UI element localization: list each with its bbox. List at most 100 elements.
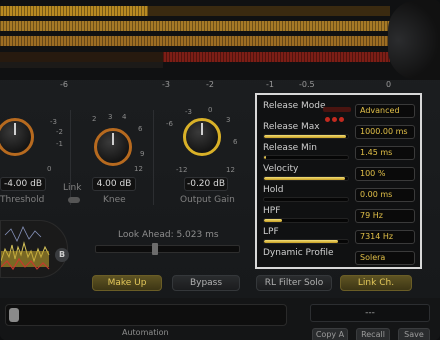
copy-a-button[interactable]: Copy A [312, 328, 348, 340]
section-divider [153, 110, 154, 205]
meter-fill-1 [0, 6, 149, 16]
knee-scale-label: 9 [140, 150, 145, 158]
save-button[interactable]: Save [398, 328, 430, 340]
threshold-label: Threshold [0, 195, 45, 205]
bypass-button[interactable]: Bypass [172, 275, 240, 291]
hpf-value[interactable]: 79 Hz [355, 209, 415, 223]
look-ahead-thumb[interactable] [151, 243, 158, 255]
threshold-scale-label: 0 [47, 165, 52, 173]
threshold-scale-label: -1 [56, 140, 63, 148]
hpf-slider[interactable] [263, 218, 349, 223]
knee-scale-label: 3 [108, 113, 113, 121]
hold-slider[interactable] [263, 197, 349, 202]
look-ahead-label: Look Ahead: 5.023 ms [118, 230, 219, 240]
hold-value[interactable]: 0.00 ms [355, 188, 415, 202]
release-max-row: Release Max 1000.00 ms [263, 122, 418, 144]
release-min-value[interactable]: 1.45 ms [355, 146, 415, 160]
output-scale-label: 0 [208, 106, 213, 114]
velocity-value[interactable]: 100 % [355, 167, 415, 181]
look-ahead-slider[interactable] [95, 243, 240, 255]
automation-slider[interactable] [5, 304, 287, 326]
meter-bar-1 [0, 6, 390, 16]
hpf-label: HPF [263, 206, 281, 216]
velocity-row: Velocity 100 % [263, 164, 418, 186]
makeup-button[interactable]: Make Up [92, 275, 162, 291]
meter-fill-3 [0, 36, 390, 46]
meter-bar-2 [0, 21, 390, 31]
knee-scale-label: 12 [134, 165, 143, 173]
knee-scale-label: 2 [92, 115, 97, 123]
input-line [4, 226, 42, 242]
release-min-slider[interactable] [263, 155, 349, 160]
level-meters [0, 0, 440, 80]
lpf-slider-fill [264, 240, 338, 243]
release-max-label: Release Max [263, 122, 320, 132]
hold-row: Hold 0.00 ms [263, 185, 418, 207]
knee-knob[interactable] [94, 128, 132, 166]
threshold-scale-label: -3 [50, 118, 57, 126]
gain-reduction-fill [163, 52, 390, 62]
knee-label: Knee [103, 195, 126, 205]
gain-reduction-meter [0, 52, 390, 62]
automation-label: Automation [122, 328, 169, 337]
meter-fill-2 [0, 21, 390, 31]
release-mode-row: Release Mode Advanced [263, 101, 418, 123]
threshold-value[interactable]: -4.00 dB [0, 177, 46, 191]
velocity-label: Velocity [263, 164, 299, 174]
release-max-slider[interactable] [263, 134, 349, 139]
release-min-slider-fill [264, 156, 266, 159]
link-toggle[interactable] [68, 197, 80, 203]
release-min-row: Release Min 1.45 ms [263, 143, 418, 165]
meter-bar-3 [0, 36, 390, 46]
lpf-slider[interactable] [263, 239, 349, 244]
dynamic-profile-value[interactable]: Solera [355, 251, 415, 265]
release-mode-label: Release Mode [263, 101, 326, 111]
dynamic-profile-row: Dynamic Profile Solera [263, 248, 418, 270]
scale-tick: -6 [60, 80, 68, 89]
recall-button[interactable]: Recall [356, 328, 390, 340]
hold-label: Hold [263, 185, 284, 195]
release-max-slider-fill [264, 135, 347, 138]
rl-filter-solo-button[interactable]: RL Filter Solo [256, 275, 332, 291]
dynamic-profile-label: Dynamic Profile [263, 248, 334, 258]
release-mode-value[interactable]: Advanced [355, 104, 415, 118]
hpf-row: HPF 79 Hz [263, 206, 418, 228]
knee-scale-label: 6 [138, 125, 143, 133]
lpf-value[interactable]: 7314 Hz [355, 230, 415, 244]
output-scale-label: 12 [226, 166, 235, 174]
preset-selector[interactable]: --- [310, 304, 430, 322]
output-scale-label: -3 [185, 108, 192, 116]
graph-b-button[interactable]: B [55, 248, 69, 262]
velocity-slider[interactable] [263, 176, 349, 181]
velocity-slider-fill [264, 177, 345, 180]
link-channels-button[interactable]: Link Ch. [340, 275, 412, 291]
release-max-value[interactable]: 1000.00 ms [355, 125, 415, 139]
knee-value[interactable]: 4.00 dB [92, 177, 136, 191]
output-gain-knob[interactable] [183, 118, 221, 156]
output-scale-label: -12 [176, 166, 188, 174]
output-gain-value[interactable]: -0.20 dB [184, 177, 228, 191]
output-scale-label: 3 [226, 116, 231, 124]
threshold-knob[interactable] [0, 118, 34, 156]
output-scale-label: -6 [166, 120, 173, 128]
output-gain-label: Output Gain [180, 195, 235, 205]
scale-tick: -1 [266, 80, 274, 89]
release-min-label: Release Min [263, 143, 317, 153]
output-scale-label: 6 [233, 138, 238, 146]
hpf-slider-fill [264, 219, 283, 222]
scale-tick: -3 [162, 80, 170, 89]
link-label: Link [63, 183, 82, 193]
meter-endcap [388, 0, 440, 80]
advanced-settings-popup: Release Mode Advanced Release Max 1000.00 m… [255, 93, 422, 269]
scale-tick: 0 [386, 80, 392, 89]
lpf-label: LPF [263, 227, 279, 237]
lpf-row: LPF 7314 Hz [263, 227, 418, 249]
release-mode-indicator [323, 107, 351, 122]
scale-tick: -2 [206, 80, 214, 89]
meter-scale: -6 -3 -2 -1 -0.5 0 [0, 80, 440, 92]
compressor-plugin-window: -6 -3 -2 -1 -0.5 0 -3 -2 -1 0 -4.00 dB T… [0, 0, 440, 340]
scale-tick: -0.5 [299, 80, 315, 89]
threshold-scale-label: -2 [56, 128, 63, 136]
knee-scale-label: 4 [122, 113, 127, 121]
automation-thumb[interactable] [9, 308, 19, 322]
